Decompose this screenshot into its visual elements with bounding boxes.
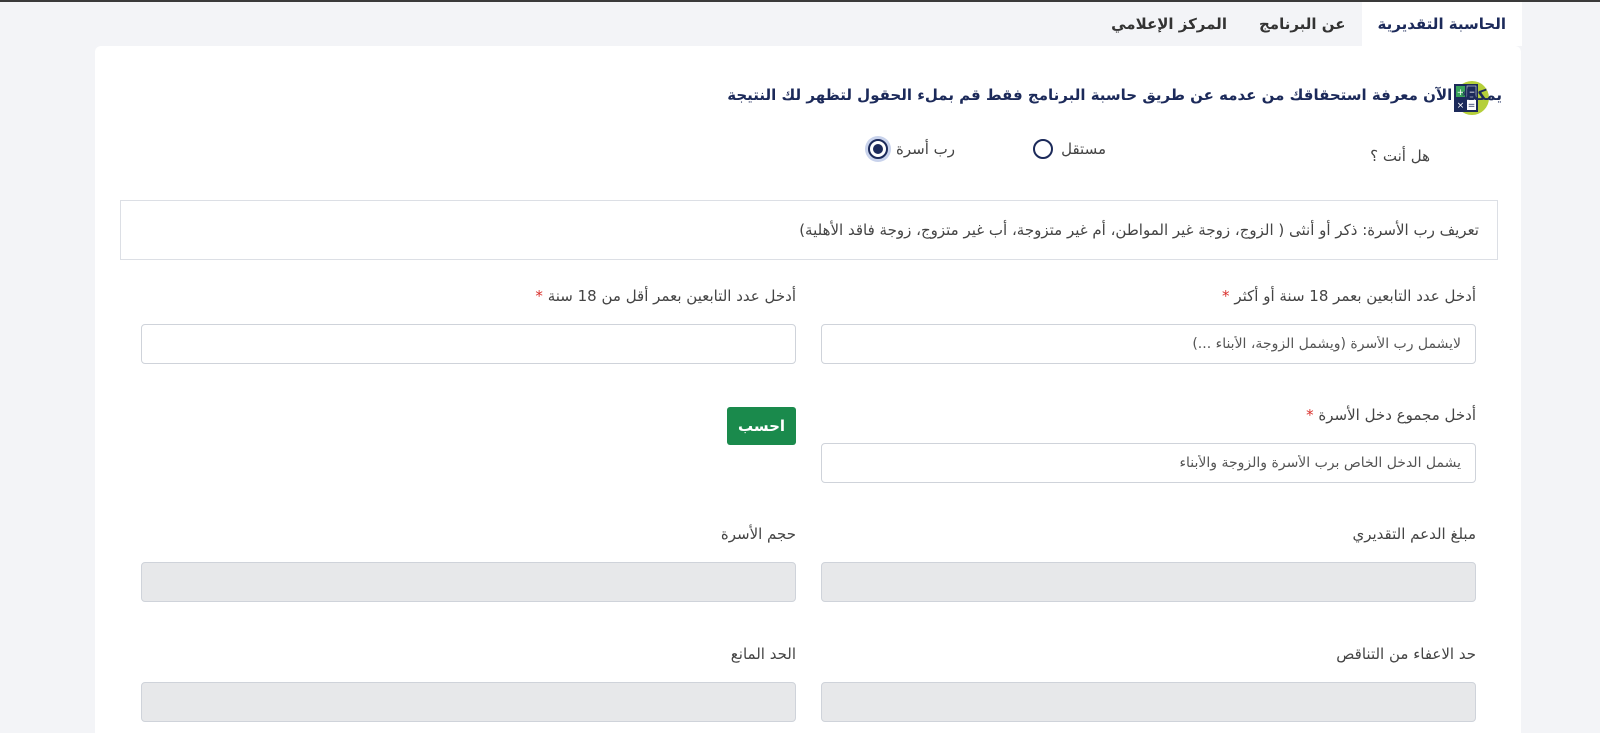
family-income-label: أدخل مجموع دخل الأسرة * (1306, 406, 1476, 424)
radio-circle-independent[interactable] (1033, 139, 1054, 159)
family-income-input[interactable] (821, 443, 1476, 483)
threshold-limit-output (141, 682, 796, 722)
question-label: هل أنت ؟ (1370, 147, 1430, 165)
definition-text: تعريف رب الأسرة: ذكر أو أنثى ( الزوج، زو… (799, 221, 1479, 239)
threshold-limit-label: الحد المانع (730, 645, 796, 663)
adults-count-label: أدخل عدد التابعين بعمر 18 سنة أو أكثر * (1222, 287, 1476, 305)
family-income-label-text: أدخل مجموع دخل الأسرة (1318, 406, 1476, 424)
exemption-limit-label: حد الاعفاء من التناقص (1336, 645, 1476, 663)
radio-label-head-of-family: رب أسرة (895, 140, 955, 158)
headline: يمكنك الآن معرفة استحقاقك من عدمه عن طري… (727, 86, 1502, 104)
radio-label-independent: مستقل (1061, 140, 1106, 158)
adults-count-label-text: أدخل عدد التابعين بعمر 18 سنة أو أكثر (1234, 287, 1476, 305)
family-size-label: حجم الأسرة (720, 525, 796, 543)
tab-estimator[interactable]: الحاسبة التقديرية (1361, 2, 1522, 46)
radio-head-of-family[interactable]: رب أسرة (867, 139, 955, 159)
calculator-card (95, 46, 1521, 733)
minors-count-label: أدخل عدد التابعين بعمر أقل من 18 سنة * (535, 287, 796, 305)
headline-text: يمكنك الآن معرفة استحقاقك من عدمه عن طري… (727, 86, 1502, 104)
minors-count-label-text: أدخل عدد التابعين بعمر أقل من 18 سنة (547, 287, 796, 305)
radio-selected-dot (872, 144, 883, 154)
family-size-output (141, 562, 796, 602)
minors-count-input[interactable] (141, 324, 796, 364)
radio-circle-head-of-family[interactable] (867, 139, 888, 159)
tab-about[interactable]: عن البرنامج (1243, 2, 1362, 46)
required-mark: * (1306, 406, 1314, 424)
support-amount-output (821, 562, 1476, 602)
required-mark: * (1222, 287, 1230, 305)
required-mark: * (535, 287, 543, 305)
top-tabs: الحاسبة التقديرية عن البرنامج المركز الإ… (1095, 2, 1522, 46)
tab-media-center[interactable]: المركز الإعلامي (1095, 2, 1243, 46)
support-amount-label: مبلغ الدعم التقديري (1352, 525, 1476, 543)
exemption-limit-output (821, 682, 1476, 722)
definition-box: تعريف رب الأسرة: ذكر أو أنثى ( الزوج، زو… (120, 200, 1498, 260)
calculate-button[interactable]: احسب (727, 407, 796, 445)
adults-count-input[interactable] (821, 324, 1476, 364)
radio-independent[interactable]: مستقل (1033, 139, 1106, 159)
